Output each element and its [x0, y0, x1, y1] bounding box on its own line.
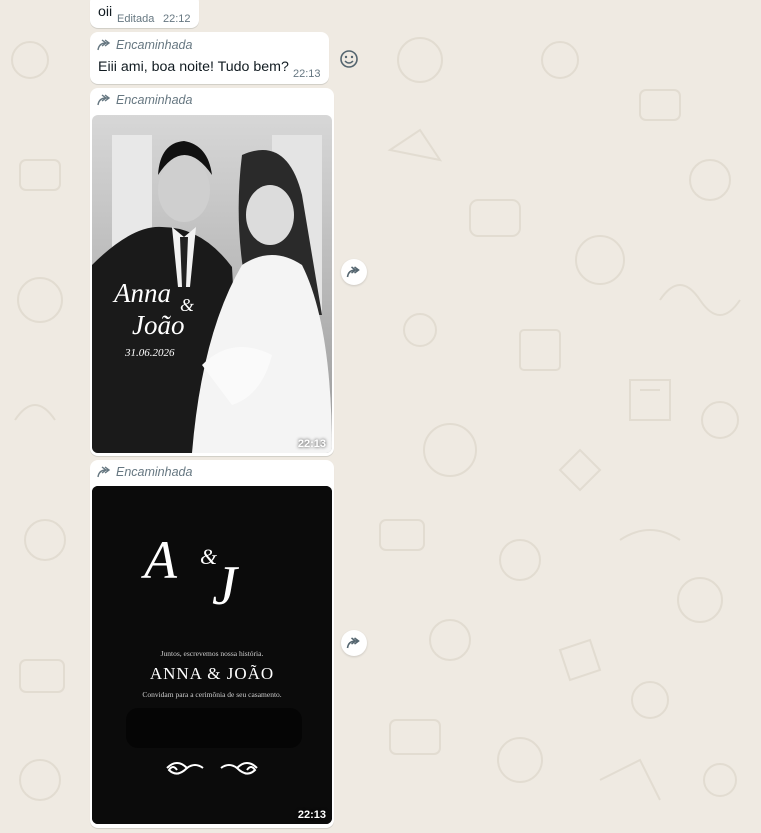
monogram-j: J: [212, 555, 240, 617]
message-text: oii: [98, 4, 113, 20]
invitation-image[interactable]: A & J Juntos, escrevemos nossa história.…: [92, 486, 332, 824]
react-button[interactable]: [336, 46, 362, 72]
overlay-name-1: Anna: [112, 278, 171, 308]
message-time: 22:12: [163, 13, 191, 25]
message-time: 22:13: [297, 438, 326, 450]
forward-arrow-icon: [97, 39, 111, 51]
forwarded-indicator: Encaminhada: [97, 38, 192, 52]
message-text: Eiii ami, boa noite! Tudo bem?: [98, 59, 289, 75]
message-bubble-2[interactable]: Encaminhada Eiii ami, boa noite! Tudo be…: [90, 32, 329, 84]
message-bubble-3[interactable]: Encaminhada Anna & João 31.06.2026 22:13: [90, 88, 334, 456]
smiley-icon: [340, 50, 358, 68]
wedding-photo[interactable]: Anna & João 31.06.2026 22:13: [92, 115, 332, 453]
message-time: 22:13: [297, 809, 326, 821]
forwarded-indicator: Encaminhada: [97, 465, 192, 479]
forwarded-label: Encaminhada: [116, 38, 193, 52]
overlay-name-2: João: [132, 310, 184, 340]
overlay-date: 31.06.2026: [124, 347, 175, 359]
wedding-photo-image: Anna & João 31.06.2026: [92, 115, 332, 453]
edited-label: Editada: [117, 13, 155, 25]
forward-arrow-icon: [97, 466, 111, 478]
invite-tagline: Juntos, escrevemos nossa história.: [161, 649, 264, 658]
monogram-a: A: [141, 530, 178, 590]
forwarded-label: Encaminhada: [116, 465, 193, 479]
message-bubble-1[interactable]: oii Editada 22:12: [90, 0, 199, 28]
forward-button[interactable]: [341, 259, 367, 285]
forward-button[interactable]: [341, 630, 367, 656]
invite-text: Convidam para a cerimônia de seu casamen…: [142, 690, 281, 699]
message-time: 22:13: [293, 68, 321, 80]
invite-names: ANNA & JOÃO: [150, 664, 274, 683]
forwarded-label: Encaminhada: [116, 93, 193, 107]
forward-arrow-icon: [346, 637, 360, 649]
redacted-area: [126, 708, 302, 748]
forwarded-indicator: Encaminhada: [97, 93, 192, 107]
message-bubble-4[interactable]: Encaminhada A & J Juntos, escrevemos nos…: [90, 460, 334, 828]
forward-arrow-icon: [346, 266, 360, 278]
forward-arrow-icon: [97, 94, 111, 106]
invitation-artwork: A & J Juntos, escrevemos nossa história.…: [92, 486, 332, 824]
